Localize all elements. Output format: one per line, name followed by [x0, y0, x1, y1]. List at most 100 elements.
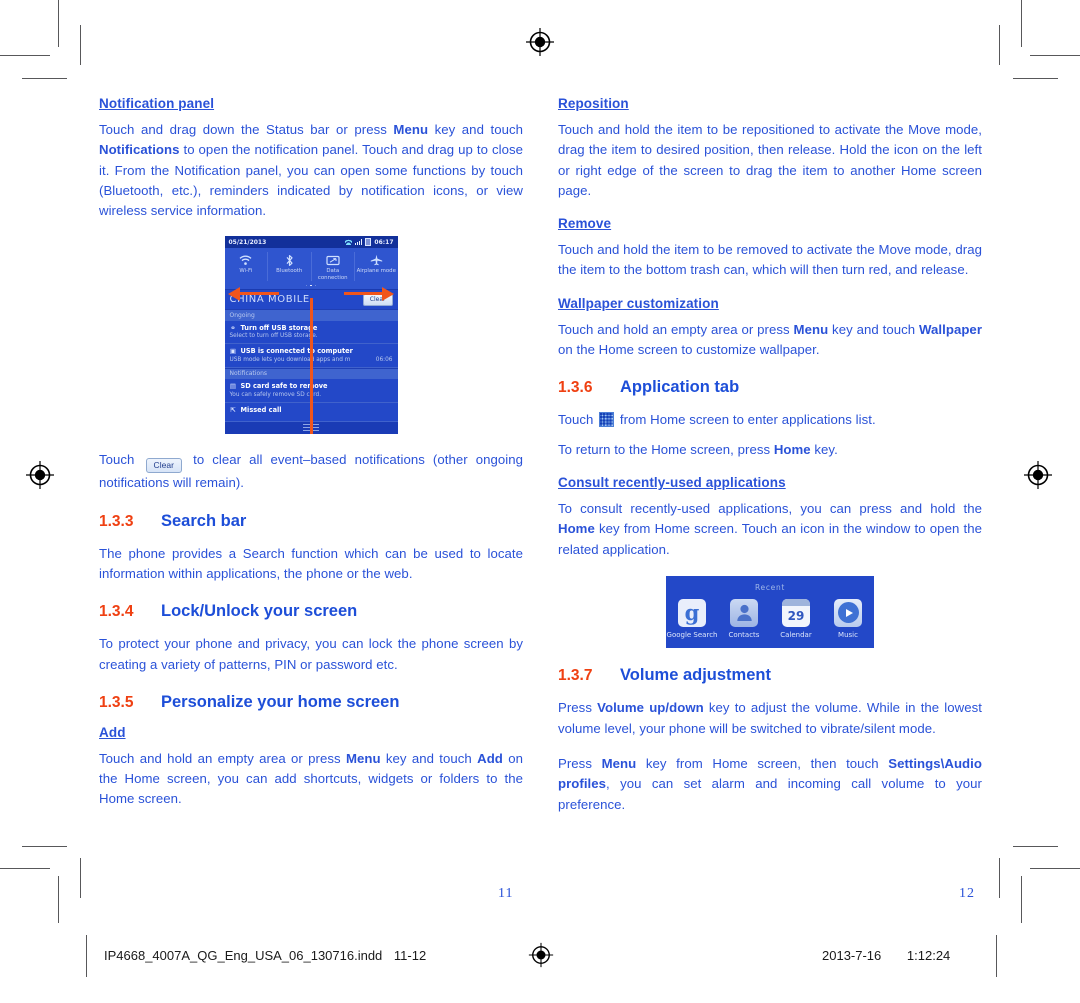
- notification-subtitle: USB mode lets you download apps and m: [229, 356, 351, 363]
- sdcard-icon: ▤: [229, 382, 237, 391]
- registration-mark-right: [1023, 460, 1053, 490]
- signal-icon: [355, 239, 363, 246]
- footer-rule-right: [996, 935, 997, 977]
- paragraph-clear-notifications: Touch Clear to clear all event–based not…: [99, 450, 523, 494]
- footer-pages: 11-12: [393, 948, 427, 963]
- toggle-label: Bluetooth: [276, 268, 303, 275]
- heading-wallpaper-customization: Wallpaper customization: [558, 295, 719, 311]
- section-title: Application tab: [620, 378, 740, 397]
- section-number: 1.3.7: [558, 667, 593, 685]
- trim-mark-top-right-v: [999, 25, 1000, 65]
- crop-mark-top-right-h: [1030, 55, 1080, 56]
- trim-mark-top-right-h: [1013, 78, 1058, 79]
- toggle-data-connection[interactable]: Data connection: [312, 252, 355, 282]
- notification-title: SD card safe to remove: [240, 382, 328, 391]
- contacts-icon: [730, 598, 758, 627]
- usb-icon: ⚭: [230, 323, 236, 332]
- paragraph-search-bar: The phone provides a Search function whi…: [99, 545, 523, 581]
- recent-app-label: Music: [838, 630, 858, 639]
- quick-settings-row: Wi-Fi Bluetooth Data connection Airplane…: [224, 248, 398, 284]
- page-number-right: 12: [959, 886, 975, 901]
- print-footer-filename: IP4668_4007A_QG_Eng_USA_06_130716.indd 1…: [104, 948, 426, 963]
- usb-connected-icon: ▣: [229, 347, 237, 356]
- paragraph-application-tab-line2: To return to the Home screen, press Home…: [558, 441, 838, 457]
- recent-app-calendar[interactable]: 29 Calendar: [770, 598, 822, 640]
- battery-icon: [365, 237, 372, 247]
- paragraph-application-tab-line1: Touch from Home screen to enter applicat…: [558, 410, 982, 430]
- registration-mark-left: [25, 460, 55, 490]
- crop-mark-top-right-v: [1021, 0, 1022, 47]
- paragraph-remove: Touch and hold the item to be removed to…: [558, 242, 982, 278]
- toggle-airplane-mode[interactable]: Airplane mode: [355, 252, 398, 281]
- phone-status-bar: 05/21/2013 06:17: [224, 236, 398, 249]
- notification-title: USB is connected to computer: [240, 347, 353, 356]
- application-grid-icon: [599, 412, 615, 428]
- crop-mark-bottom-right-v: [1021, 876, 1022, 923]
- trim-mark-bottom-right-v: [999, 858, 1000, 898]
- heading-notification-panel: Notification panel: [99, 96, 215, 111]
- paragraph-lock-unlock: To protect your phone and privacy, you c…: [99, 636, 523, 672]
- paragraph-volume-1: Press Volume up/down key to adjust the v…: [558, 700, 982, 736]
- toggle-label: Data connection: [317, 268, 348, 281]
- recent-app-google-search[interactable]: g Google Search: [666, 598, 718, 640]
- airplane-icon: [355, 252, 398, 268]
- wifi-icon: [345, 239, 353, 246]
- toggle-bluetooth[interactable]: Bluetooth: [268, 252, 312, 282]
- recent-app-contacts[interactable]: Contacts: [718, 598, 770, 640]
- notification-title: Turn off USB storage: [240, 323, 318, 332]
- carrier-name: CHINA MOBILE: [229, 294, 310, 306]
- section-title: Lock/Unlock your screen: [161, 602, 358, 621]
- section-title: Search bar: [161, 511, 247, 530]
- crop-mark-bottom-left-h: [0, 868, 50, 869]
- bluetooth-icon: [268, 252, 311, 268]
- paragraph-reposition: Touch and hold the item to be reposition…: [558, 122, 982, 198]
- right-text-column: Reposition Touch and hold the item to be…: [558, 96, 982, 830]
- paragraph-add: Touch and hold an empty area or press Me…: [99, 750, 523, 807]
- section-number: 1.3.3: [99, 512, 134, 530]
- clear-text-before: Touch: [99, 451, 135, 467]
- section-title: Personalize your home screen: [161, 692, 400, 711]
- paragraph-consult-recent-apps: To consult recently-used applications, y…: [558, 500, 982, 557]
- notification-subtitle: You can safely remove SD card.: [229, 391, 322, 398]
- crop-mark-top-left-h: [0, 55, 50, 56]
- footer-time: 1:12:24: [906, 948, 951, 963]
- print-footer-timestamp: 2013-7-16 1:12:24: [822, 948, 950, 963]
- recent-app-music[interactable]: Music: [822, 598, 874, 640]
- recent-title: Recent: [754, 582, 786, 592]
- footer-date: 2013-7-16: [822, 948, 882, 963]
- notification-title: Missed call: [240, 405, 282, 414]
- status-date: 05/21/2013: [228, 238, 267, 246]
- paragraph-notification-panel: Touch and drag down the Status bar or pr…: [99, 122, 523, 219]
- data-connection-icon: [312, 252, 355, 268]
- recent-app-label: Google Search: [666, 630, 718, 639]
- section-number: 1.3.5: [99, 693, 134, 711]
- section-heading-1-3-4: 1.3.4 Lock/Unlock your screen: [99, 602, 523, 621]
- app-tab-text-before: Touch: [558, 412, 594, 428]
- crop-mark-bottom-left-v: [58, 876, 59, 923]
- notification-subtitle: Select to turn off USB storage.: [229, 333, 318, 340]
- trim-mark-bottom-right-h: [1013, 846, 1058, 847]
- page-number-left: 11: [498, 886, 514, 901]
- missed-call-icon: ⇱: [230, 405, 236, 414]
- trim-mark-bottom-left-v: [80, 858, 81, 898]
- recent-apps-screenshot: Recent g Google Search Contacts 29 Calen…: [666, 575, 874, 649]
- section-heading-1-3-5: 1.3.5 Personalize your home screen: [99, 693, 523, 712]
- footer-filename: IP4668_4007A_QG_Eng_USA_06_130716.indd: [104, 948, 383, 963]
- section-title: Volume adjustment: [620, 666, 771, 685]
- heading-remove: Remove: [558, 216, 612, 232]
- calendar-icon: 29: [782, 598, 810, 627]
- toggle-wifi[interactable]: Wi-Fi: [225, 252, 268, 282]
- section-number: 1.3.6: [558, 379, 593, 397]
- clear-button-glyph[interactable]: Clear: [145, 457, 183, 474]
- heading-consult-recent-apps: Consult recently-used applications: [558, 474, 786, 490]
- crop-mark-bottom-right-h: [1030, 868, 1080, 869]
- notification-panel-screenshot: 05/21/2013 06:17 Wi-Fi Bluetooth Data co…: [224, 236, 398, 434]
- paragraph-volume-2: Press Menu key from Home screen, then to…: [558, 756, 982, 812]
- status-time: 06:17: [374, 238, 394, 246]
- toggle-label: Airplane mode: [356, 268, 396, 275]
- trim-mark-top-left-v: [80, 25, 81, 65]
- wifi-icon: [225, 252, 268, 268]
- left-text-column: Notification panel Touch and drag down t…: [99, 96, 523, 825]
- heading-add: Add: [99, 724, 126, 740]
- crop-mark-top-left-v: [58, 0, 59, 47]
